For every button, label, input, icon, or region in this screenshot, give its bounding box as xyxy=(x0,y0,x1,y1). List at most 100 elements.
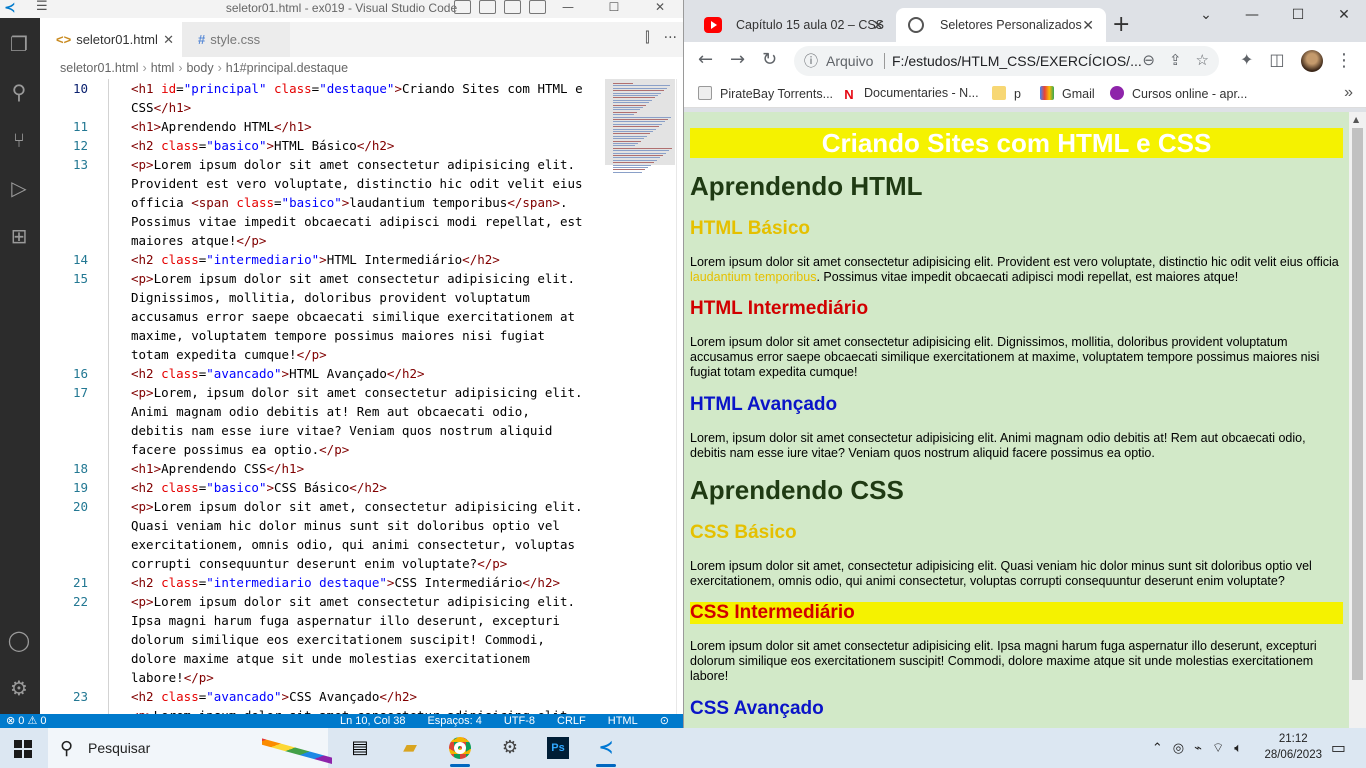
code-line[interactable]: Animi magnam odio debitis at! Rem aut ob… xyxy=(131,402,611,421)
profile-avatar[interactable] xyxy=(1300,50,1323,72)
bookmark-documentaries[interactable]: N Documentaries - N... xyxy=(842,86,979,102)
code-line[interactable]: Provident est vero voluptate, distinctio… xyxy=(131,174,611,193)
maximize-icon[interactable]: ☐ xyxy=(1275,0,1321,30)
page-viewport[interactable]: Criando Sites com HTML e CSS Aprendendo … xyxy=(684,112,1349,728)
photoshop-icon[interactable]: Ps xyxy=(534,728,582,768)
code-line[interactable]: <h1>Aprendendo HTML</h1> xyxy=(131,117,611,136)
end-of-line[interactable]: CRLF xyxy=(557,714,586,728)
tab-style-css[interactable]: # style.css xyxy=(182,22,290,57)
code-editor[interactable]: 10 11 12 13 14 15 16 17 18 19 20 21 22 2… xyxy=(40,79,683,714)
maximize-icon[interactable]: ☐ xyxy=(591,0,637,16)
zoom-icon[interactable]: ⊖ xyxy=(1142,46,1155,76)
code-line[interactable]: Dignissimos, mollitia, doloribus provide… xyxy=(131,288,611,307)
site-info-icon[interactable]: ⓘ xyxy=(804,46,818,76)
toggle-secondary-sidebar-icon[interactable] xyxy=(504,0,521,14)
address-bar[interactable]: ⓘ Arquivo F:/estudos/HTLM_CSS/EXERCÍCIOS… xyxy=(794,46,1219,76)
windows-start-icon[interactable] xyxy=(14,740,32,758)
scrollbar-thumb[interactable] xyxy=(1352,128,1363,680)
code-line[interactable]: Possimus vitae impedit obcaecati adipisc… xyxy=(131,212,611,231)
live-share-icon[interactable]: ⊙ xyxy=(660,714,669,728)
code-line[interactable]: <p>Lorem, ipsum dolor sit amet consectet… xyxy=(131,383,611,402)
customize-layout-icon[interactable] xyxy=(529,0,546,14)
cursor-position[interactable]: Ln 10, Col 38 xyxy=(340,714,405,728)
bookmark-star-icon[interactable]: ☆ xyxy=(1196,46,1209,76)
extensions-puzzle-icon[interactable]: ✦ xyxy=(1240,50,1253,72)
code-line[interactable]: <h2 class="avancado">HTML Avançado</h2> xyxy=(131,364,611,383)
split-editor-icon[interactable]: ⫿ xyxy=(645,30,649,46)
bookmark-gmail[interactable]: Gmail xyxy=(1040,86,1095,101)
address-url[interactable]: F:/estudos/HTLM_CSS/EXERCÍCIOS/... xyxy=(892,46,1142,76)
extensions-icon[interactable]: ⊞ xyxy=(5,222,33,250)
code-line[interactable]: dolore maxime atque sit unde molestias e… xyxy=(131,649,611,668)
close-tab-icon[interactable]: ✕ xyxy=(163,22,174,57)
code-line[interactable]: <p>Lorem ipsum dolor sit amet, consectet… xyxy=(131,497,611,516)
show-hidden-icons-icon[interactable]: ⌃ xyxy=(1152,741,1163,756)
network-icon[interactable]: ⌁ xyxy=(1194,741,1202,756)
code-line[interactable]: debitis nam esse iure vitae? Veniam quos… xyxy=(131,421,611,440)
account-icon[interactable]: ◯ xyxy=(5,626,33,654)
editor-scrollbar[interactable] xyxy=(676,79,683,714)
wifi-icon[interactable]: ⌔ xyxy=(1212,740,1224,756)
task-view-icon[interactable]: ▤ xyxy=(336,728,384,768)
code-line[interactable]: <h2 class="basico">HTML Básico</h2> xyxy=(131,136,611,155)
breadcrumb-item-file[interactable]: seletor01.html xyxy=(60,61,139,75)
code-line[interactable]: maiores atque!</p> xyxy=(131,231,611,250)
new-tab-button[interactable]: + xyxy=(1112,12,1130,38)
taskbar-clock[interactable]: 21:12 28/06/2023 xyxy=(1264,731,1322,763)
encoding[interactable]: UTF-8 xyxy=(504,714,535,728)
code-line[interactable]: <h2 class="basico">CSS Básico</h2> xyxy=(131,478,611,497)
code-line[interactable]: labore!</p> xyxy=(131,668,611,687)
code-content[interactable]: <h1 id="principal" class="destaque">Cria… xyxy=(131,79,611,714)
code-line[interactable]: Quasi veniam hic dolor minus sunt sit do… xyxy=(131,516,611,535)
code-line[interactable]: facere possimus ea optio.</p> xyxy=(131,440,611,459)
kebab-menu-icon[interactable]: ⋮ xyxy=(1335,50,1353,71)
code-line[interactable]: <h2 class="avancado">CSS Avançado</h2> xyxy=(131,687,611,706)
breadcrumb-item-h1[interactable]: h1#principal.destaque xyxy=(226,61,348,75)
code-line[interactable]: totam expedita cumque!</p> xyxy=(131,345,611,364)
chrome-taskbar-icon[interactable] xyxy=(436,728,484,768)
notification-center-icon[interactable]: ▭ xyxy=(1331,738,1346,757)
tab-capitulo-15[interactable]: Capítulo 15 aula 02 – CSS ✕ xyxy=(692,8,896,46)
toggle-panel-icon[interactable] xyxy=(479,0,496,14)
toggle-sidebar-icon[interactable] xyxy=(454,0,471,14)
page-scrollbar[interactable]: ▲ xyxy=(1349,112,1366,728)
code-line[interactable]: <p>Lorem ipsum dolor sit amet consectetu… xyxy=(131,592,611,611)
webcam-icon[interactable]: ◎ xyxy=(1173,741,1184,756)
vscode-taskbar-icon[interactable]: ≺ xyxy=(582,728,630,768)
breadcrumb-item-html[interactable]: html xyxy=(151,61,175,75)
code-line[interactable]: <p>Lorem ipsum dolor sit amet consectetu… xyxy=(131,706,611,714)
code-line[interactable]: officia <span class="basico">laudantium … xyxy=(131,193,611,212)
bookmark-piratebay[interactable]: PirateBay Torrents... xyxy=(698,86,833,101)
settings-gear-icon[interactable]: ⚙ xyxy=(486,728,534,768)
code-line[interactable]: <h2 class="intermediario destaque">CSS I… xyxy=(131,573,611,592)
minimize-icon[interactable]: — xyxy=(545,0,591,16)
code-line[interactable]: <h1 id="principal" class="destaque">Cria… xyxy=(131,79,611,98)
more-actions-icon[interactable]: ··· xyxy=(664,30,677,46)
source-control-icon[interactable]: ⑂ xyxy=(5,126,33,154)
close-icon[interactable]: ✕ xyxy=(1321,0,1366,30)
code-line[interactable]: <p>Lorem ipsum dolor sit amet consectetu… xyxy=(131,155,611,174)
forward-arrow-icon[interactable]: → xyxy=(730,50,745,70)
code-line[interactable]: <p>Lorem ipsum dolor sit amet consectetu… xyxy=(131,269,611,288)
close-icon[interactable]: ✕ xyxy=(637,0,683,16)
minimize-icon[interactable]: — xyxy=(1229,0,1275,30)
scroll-up-icon[interactable]: ▲ xyxy=(1353,115,1359,124)
code-line[interactable]: dolorum similique eos exercitationem sus… xyxy=(131,630,611,649)
code-line[interactable]: Ipsa magni harum fuga aspernatur illo de… xyxy=(131,611,611,630)
problems-indicator[interactable]: ⊗ 0 ⚠ 0 xyxy=(6,714,47,728)
code-line[interactable]: <h2 class="intermediario">HTML Intermedi… xyxy=(131,250,611,269)
bookmark-folder-p[interactable]: p xyxy=(992,86,1021,101)
code-line[interactable]: maxime, voluptatem tempore possimus maio… xyxy=(131,326,611,345)
share-icon[interactable]: ⇪ xyxy=(1169,46,1182,76)
code-line[interactable]: corrupti consequuntur deserunt enim volu… xyxy=(131,554,611,573)
close-tab-icon[interactable]: ✕ xyxy=(872,8,884,42)
more-bookmarks-icon[interactable]: » xyxy=(1344,84,1353,102)
close-tab-icon[interactable]: ✕ xyxy=(1082,8,1094,42)
tab-search-icon[interactable]: ⌄ xyxy=(1183,0,1229,30)
language-mode[interactable]: HTML xyxy=(608,714,638,728)
tab-seletor01-html[interactable]: <> seletor01.html ✕ xyxy=(40,22,182,57)
file-explorer-icon[interactable]: ▰ xyxy=(386,728,434,768)
tab-seletores-personalizados[interactable]: Seletores Personalizados ✕ xyxy=(896,8,1106,46)
code-line[interactable]: <h1>Aprendendo CSS</h1> xyxy=(131,459,611,478)
code-line[interactable]: exercitationem, omnis odio, qui animi co… xyxy=(131,535,611,554)
